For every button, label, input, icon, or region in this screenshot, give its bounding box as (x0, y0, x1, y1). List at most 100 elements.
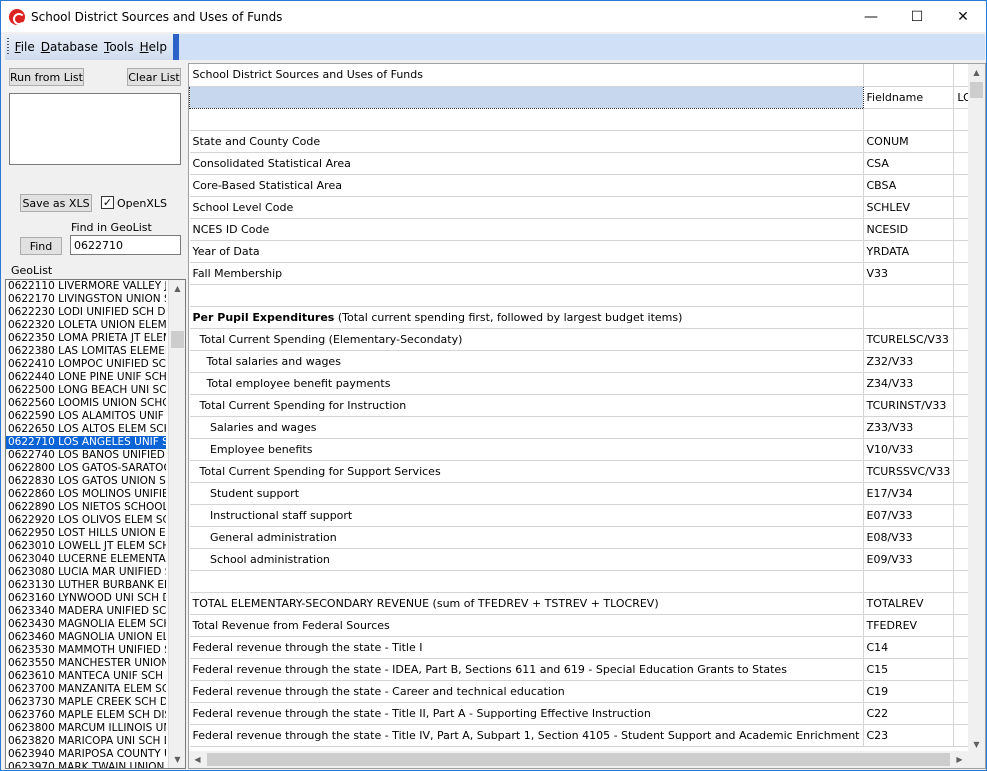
geolist-item[interactable]: 0622740 LOS BANOS UNIFIED S (6, 449, 166, 462)
geolist-item[interactable]: 0622800 LOS GATOS-SARATOG/ (6, 462, 166, 475)
table-cell[interactable]: Fieldname (863, 86, 955, 109)
table-cell[interactable]: Total salaries and wages (189, 350, 864, 373)
table-cell[interactable]: Instructional staff support (189, 504, 864, 527)
table-cell[interactable]: Total employee benefit payments (189, 372, 864, 395)
table-cell[interactable]: Total Current Spending for Instruction (189, 394, 864, 417)
data-grid[interactable]: School District Sources and Uses of Fund… (188, 63, 986, 769)
table-cell[interactable]: Student support (189, 482, 864, 505)
grid-horizontal-scrollbar[interactable]: ◀ ▶ (189, 751, 968, 768)
geolist-item[interactable]: 0622950 LOST HILLS UNION ELE (6, 527, 166, 540)
openxls-checkbox[interactable]: ✓ (101, 196, 114, 209)
table-cell[interactable] (863, 570, 955, 593)
table-cell[interactable] (189, 108, 864, 131)
geolist-item[interactable]: 0623430 MAGNOLIA ELEM SCH D (6, 618, 166, 631)
geolist-item[interactable]: 0623730 MAPLE CREEK SCH DIS (6, 696, 166, 709)
table-cell[interactable]: Federal revenue through the state - Titl… (189, 724, 864, 747)
geolist-item[interactable]: 0622860 LOS MOLINOS UNIFIED (6, 488, 166, 501)
run-list-box[interactable] (9, 93, 181, 165)
scroll-down-arrow-icon[interactable]: ▼ (169, 751, 185, 768)
table-cell[interactable]: C23 (863, 724, 955, 747)
table-cell[interactable]: C14 (863, 636, 955, 659)
table-cell[interactable]: Per Pupil Expenditures (Total current sp… (189, 306, 864, 329)
geolist-item[interactable]: 0622650 LOS ALTOS ELEM SCH I (6, 423, 166, 436)
geolist-item[interactable]: 0623820 MARICOPA UNI SCH DI (6, 735, 166, 748)
table-cell[interactable]: Total Current Spending for Support Servi… (189, 460, 864, 483)
toolbar-grip-icon[interactable] (7, 38, 9, 56)
geolist-item[interactable]: 0622500 LONG BEACH UNI SCH (6, 384, 166, 397)
geolist-item[interactable]: 0622590 LOS ALAMITOS UNIF S (6, 410, 166, 423)
geolist-item[interactable]: 0622350 LOMA PRIETA JT ELEM (6, 332, 166, 345)
table-cell[interactable]: Employee benefits (189, 438, 864, 461)
table-cell[interactable]: Z32/V33 (863, 350, 955, 373)
table-cell[interactable]: CSA (863, 152, 955, 175)
geolist-item[interactable]: 0623800 MARCUM ILLINOIS UNI (6, 722, 166, 735)
table-cell[interactable] (863, 108, 955, 131)
geolist-scroll-thumb[interactable] (171, 331, 184, 348)
geolist-item[interactable]: 0622560 LOOMIS UNION SCHOO (6, 397, 166, 410)
geolist-item[interactable]: 0623700 MANZANITA ELEM SCH (6, 683, 166, 696)
geolist-item[interactable]: 0623460 MAGNOLIA UNION ELE (6, 631, 166, 644)
grid-scroll-left-arrow-icon[interactable]: ◀ (189, 751, 206, 768)
geolist-item[interactable]: 0623940 MARIPOSA COUNTY UI (6, 748, 166, 761)
table-cell[interactable]: C22 (863, 702, 955, 725)
table-cell[interactable]: TOTAL ELEMENTARY-SECONDARY REVENUE (sum … (189, 592, 864, 615)
table-cell[interactable]: CONUM (863, 130, 955, 153)
table-cell[interactable]: TCURELSC/V33 (863, 328, 955, 351)
table-cell[interactable]: Core-Based Statistical Area (189, 174, 864, 197)
table-cell[interactable]: General administration (189, 526, 864, 549)
geolist-item[interactable]: 0622110 LIVERMORE VALLEY JT (6, 280, 166, 293)
grid-scroll-right-arrow-icon[interactable]: ▶ (951, 751, 968, 768)
table-cell[interactable]: NCES ID Code (189, 218, 864, 241)
geolist-item[interactable]: 0622710 LOS ANGELES UNIF SC (6, 436, 166, 449)
grid-vertical-scrollbar[interactable]: ▲ ▼ (968, 64, 985, 753)
minimize-button[interactable]: — (848, 1, 894, 32)
geolist-item[interactable]: 0623130 LUTHER BURBANK ELEM (6, 579, 166, 592)
save-as-xls-button[interactable]: Save as XLS (20, 194, 92, 212)
geolist-item[interactable]: 0623340 MADERA UNIFIED SCH (6, 605, 166, 618)
table-cell[interactable]: E08/V33 (863, 526, 955, 549)
geolist-item[interactable]: 0622920 LOS OLIVOS ELEM SCH (6, 514, 166, 527)
run-from-list-button[interactable]: Run from List (9, 68, 84, 86)
table-cell[interactable]: TOTALREV (863, 592, 955, 615)
grid-scroll-up-arrow-icon[interactable]: ▲ (968, 64, 985, 81)
table-cell[interactable]: Z33/V33 (863, 416, 955, 439)
geolist-item[interactable]: 0622410 LOMPOC UNIFIED SCH (6, 358, 166, 371)
close-button[interactable]: ✕ (940, 1, 986, 32)
table-cell[interactable]: Salaries and wages (189, 416, 864, 439)
table-cell[interactable] (863, 64, 955, 87)
table-cell[interactable]: Z34/V33 (863, 372, 955, 395)
table-cell[interactable]: C15 (863, 658, 955, 681)
table-cell[interactable]: School District Sources and Uses of Fund… (189, 64, 864, 87)
geolist-item[interactable]: 0623010 LOWELL JT ELEM SCH D (6, 540, 166, 553)
table-cell[interactable]: Federal revenue through the state - Care… (189, 680, 864, 703)
table-cell[interactable]: Federal revenue through the state - IDEA… (189, 658, 864, 681)
table-cell[interactable]: State and County Code (189, 130, 864, 153)
table-cell[interactable]: E09/V33 (863, 548, 955, 571)
geolist-item[interactable]: 0623530 MAMMOTH UNIFIED SC (6, 644, 166, 657)
grid-hscroll-thumb[interactable] (207, 753, 950, 766)
geolist-item[interactable]: 0623970 MARK TWAIN UNION E (6, 761, 166, 768)
geolist-item[interactable]: 0622230 LODI UNIFIED SCH DIS (6, 306, 166, 319)
geolist-item[interactable]: 0622380 LAS LOMITAS ELEMENT (6, 345, 166, 358)
geolist-item[interactable]: 0622830 LOS GATOS UNION SCH (6, 475, 166, 488)
menu-help[interactable]: Help (140, 40, 167, 54)
table-cell[interactable] (189, 284, 864, 307)
table-cell[interactable]: Total Revenue from Federal Sources (189, 614, 864, 637)
table-cell[interactable]: E17/V34 (863, 482, 955, 505)
table-cell[interactable]: Federal revenue through the state - Titl… (189, 702, 864, 725)
geolist-item[interactable]: 0622890 LOS NIETOS SCHOOL D (6, 501, 166, 514)
table-cell[interactable]: School Level Code (189, 196, 864, 219)
table-cell[interactable]: Fall Membership (189, 262, 864, 285)
table-cell[interactable]: Total Current Spending (Elementary-Secon… (189, 328, 864, 351)
table-cell[interactable]: CBSA (863, 174, 955, 197)
geolist-item[interactable]: 0622320 LOLETA UNION ELEM S (6, 319, 166, 332)
table-cell[interactable] (189, 570, 864, 593)
table-cell[interactable]: SCHLEV (863, 196, 955, 219)
table-cell[interactable]: Federal revenue through the state - Titl… (189, 636, 864, 659)
clear-list-button[interactable]: Clear List (127, 68, 181, 86)
geolist-item[interactable]: 0623040 LUCERNE ELEMENTARY (6, 553, 166, 566)
table-cell[interactable] (863, 284, 955, 307)
geolist-item[interactable]: 0623610 MANTECA UNIF SCH D (6, 670, 166, 683)
menu-database[interactable]: Database (41, 40, 98, 54)
menu-tools[interactable]: Tools (104, 40, 134, 54)
